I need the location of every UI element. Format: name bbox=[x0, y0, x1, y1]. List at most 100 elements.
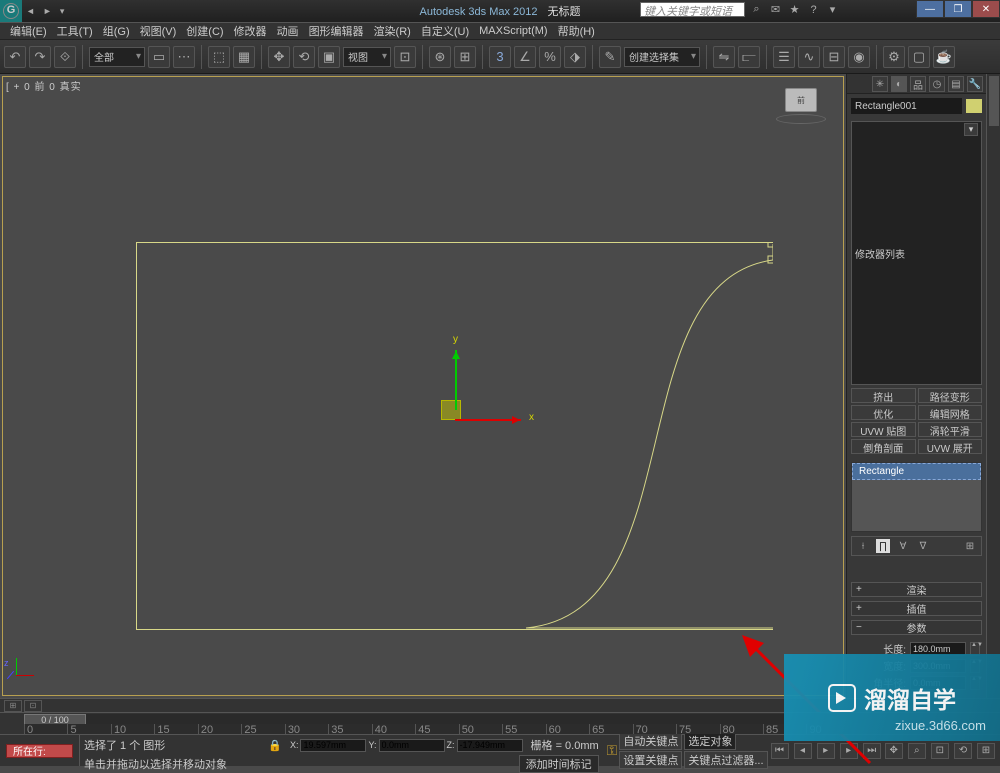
viewport[interactable]: [ + 0 前 0 真实 前 y x z bbox=[0, 74, 846, 698]
show-endresult-icon[interactable]: ∏ bbox=[876, 539, 890, 553]
material-editor-icon[interactable]: ◉ bbox=[848, 46, 870, 68]
panel-display-icon[interactable]: ▤ bbox=[948, 76, 964, 92]
zoom-extents-icon[interactable]: ⊡ bbox=[931, 743, 949, 759]
refcoord-dropdown[interactable]: 视图 bbox=[343, 47, 391, 67]
select-region-icon[interactable]: ⬚ bbox=[208, 46, 230, 68]
menu-create[interactable]: 创建(C) bbox=[182, 22, 227, 40]
rollout-render[interactable]: 渲染 bbox=[851, 582, 982, 597]
zoom-icon[interactable]: ⌕ bbox=[908, 743, 926, 759]
history-fwd-icon[interactable]: ► bbox=[39, 6, 56, 16]
snap-3-icon[interactable]: 3 bbox=[489, 46, 511, 68]
menu-tools[interactable]: 工具(T) bbox=[53, 22, 97, 40]
script-line-button[interactable]: 所在行: bbox=[6, 744, 73, 758]
favorites-icon[interactable]: ★ bbox=[787, 2, 802, 17]
schematic-icon[interactable]: ⊟ bbox=[823, 46, 845, 68]
history-back-icon[interactable]: ◄ bbox=[22, 6, 39, 16]
menu-views[interactable]: 视图(V) bbox=[136, 22, 181, 40]
mod-bevelprofile[interactable]: 倒角剖面 bbox=[851, 439, 916, 454]
next-frame-icon[interactable]: ▸ bbox=[840, 743, 858, 759]
mod-turbosmooth[interactable]: 涡轮平滑 bbox=[918, 422, 983, 437]
snap-angle-icon[interactable]: ∠ bbox=[514, 46, 536, 68]
link-icon[interactable]: ⟐ bbox=[54, 46, 76, 68]
coord-y-input[interactable] bbox=[379, 739, 445, 752]
lock-icon[interactable]: 🔒 bbox=[268, 739, 282, 752]
select-name-icon[interactable]: ⋯ bbox=[173, 46, 195, 68]
menu-help[interactable]: 帮助(H) bbox=[554, 22, 599, 40]
time-tag-button[interactable]: 添加时间标记 bbox=[519, 755, 599, 773]
window-maximize[interactable]: ❐ bbox=[944, 0, 972, 18]
help-icon[interactable]: ? bbox=[806, 2, 821, 17]
stack-item-rectangle[interactable]: Rectangle bbox=[852, 463, 981, 480]
orbit-icon[interactable]: ⟲ bbox=[954, 743, 972, 759]
coord-x-input[interactable] bbox=[300, 739, 366, 752]
remove-mod-icon[interactable]: ∇ bbox=[916, 539, 930, 553]
snap-percent-icon[interactable]: % bbox=[539, 46, 561, 68]
layers-icon[interactable]: ☰ bbox=[773, 46, 795, 68]
named-selset-dropdown[interactable]: 创建选择集 bbox=[624, 47, 700, 67]
render-frame-icon[interactable]: ▢ bbox=[908, 46, 930, 68]
mod-editmesh[interactable]: 编辑网格 bbox=[918, 405, 983, 420]
align-icon[interactable]: ⫍ bbox=[738, 46, 760, 68]
modifier-list-dropdown[interactable]: 修改器列表 bbox=[851, 121, 982, 385]
window-minimize[interactable]: — bbox=[916, 0, 944, 18]
menu-edit[interactable]: 编辑(E) bbox=[6, 22, 51, 40]
mirror-icon[interactable]: ⇋ bbox=[713, 46, 735, 68]
redo-icon[interactable]: ↷ bbox=[29, 46, 51, 68]
app-icon[interactable] bbox=[0, 0, 22, 22]
pan-icon[interactable]: ✥ bbox=[885, 743, 903, 759]
menu-modifiers[interactable]: 修改器 bbox=[230, 22, 271, 40]
maximize-vp-icon[interactable]: ⊞ bbox=[977, 743, 995, 759]
panel-modify-icon[interactable]: ◐ bbox=[891, 76, 907, 92]
coord-z-input[interactable] bbox=[457, 739, 523, 752]
move-icon[interactable]: ✥ bbox=[268, 46, 290, 68]
keyfilter-button[interactable]: 关键点过滤器... bbox=[684, 751, 767, 769]
rollout-params[interactable]: 参数 bbox=[851, 620, 982, 635]
mod-pathdeform[interactable]: 路径变形 bbox=[918, 388, 983, 403]
keymode-icon[interactable]: ⊞ bbox=[454, 46, 476, 68]
modifier-stack[interactable]: Rectangle bbox=[851, 462, 982, 532]
selection-filter-dropdown[interactable]: 全部 bbox=[89, 47, 145, 67]
goto-end-icon[interactable]: ⏭ bbox=[863, 743, 881, 759]
render-setup-icon[interactable]: ⚙ bbox=[883, 46, 905, 68]
object-color-swatch[interactable] bbox=[966, 99, 982, 113]
pivot-icon[interactable]: ⊡ bbox=[394, 46, 416, 68]
key-icon[interactable]: ⚿ bbox=[607, 742, 618, 759]
comm-center-icon[interactable]: ✉ bbox=[768, 2, 783, 17]
vp-tool-1-icon[interactable]: ⊞ bbox=[4, 700, 22, 712]
make-unique-icon[interactable]: ∀ bbox=[896, 539, 910, 553]
menu-rendering[interactable]: 渲染(R) bbox=[370, 22, 415, 40]
help-search-input[interactable]: 键入关键字或短语 bbox=[640, 2, 745, 17]
panel-hierarchy-icon[interactable]: 品 bbox=[910, 76, 926, 92]
panel-motion-icon[interactable]: ◷ bbox=[929, 76, 945, 92]
vp-tool-2-icon[interactable]: ⊡ bbox=[24, 700, 42, 712]
undo-icon[interactable]: ↶ bbox=[4, 46, 26, 68]
render-icon[interactable]: ☕ bbox=[933, 46, 955, 68]
menu-animation[interactable]: 动画 bbox=[273, 22, 303, 40]
mod-uvwunwrap[interactable]: UVW 展开 bbox=[918, 439, 983, 454]
snap-spinner-icon[interactable]: ⬗ bbox=[564, 46, 586, 68]
window-close[interactable]: ✕ bbox=[972, 0, 1000, 18]
viewport-label[interactable]: [ + 0 前 0 真实 bbox=[6, 78, 82, 93]
autokey-button[interactable]: 自动关键点 bbox=[619, 732, 682, 750]
viewcube[interactable]: 前 bbox=[776, 88, 826, 132]
rotate-icon[interactable]: ⟲ bbox=[293, 46, 315, 68]
mod-uvwmap[interactable]: UVW 贴图 bbox=[851, 422, 916, 437]
object-name-field[interactable]: Rectangle001 bbox=[851, 98, 962, 114]
manip-icon[interactable]: ⊛ bbox=[429, 46, 451, 68]
goto-start-icon[interactable]: ⏮ bbox=[771, 743, 789, 759]
panel-utilities-icon[interactable]: 🔧 bbox=[967, 76, 983, 92]
menu-customize[interactable]: 自定义(U) bbox=[417, 22, 473, 40]
mod-extrude[interactable]: 挤出 bbox=[851, 388, 916, 403]
menu-maxscript[interactable]: MAXScript(M) bbox=[475, 24, 551, 38]
rollout-interp[interactable]: 插值 bbox=[851, 601, 982, 616]
panel-create-icon[interactable]: ✳ bbox=[872, 76, 888, 92]
time-ruler[interactable]: 051015202530354045505560657075808590 bbox=[24, 724, 850, 734]
menu-grapheditors[interactable]: 图形编辑器 bbox=[305, 22, 368, 40]
editnamedsel-icon[interactable]: ✎ bbox=[599, 46, 621, 68]
help-dd-icon[interactable]: ▾ bbox=[825, 2, 840, 17]
rectangle-shape[interactable] bbox=[136, 242, 773, 630]
search-go-icon[interactable]: ⌕ bbox=[749, 2, 764, 17]
curve-editor-icon[interactable]: ∿ bbox=[798, 46, 820, 68]
menu-group[interactable]: 组(G) bbox=[99, 22, 134, 40]
prev-frame-icon[interactable]: ◂ bbox=[794, 743, 812, 759]
